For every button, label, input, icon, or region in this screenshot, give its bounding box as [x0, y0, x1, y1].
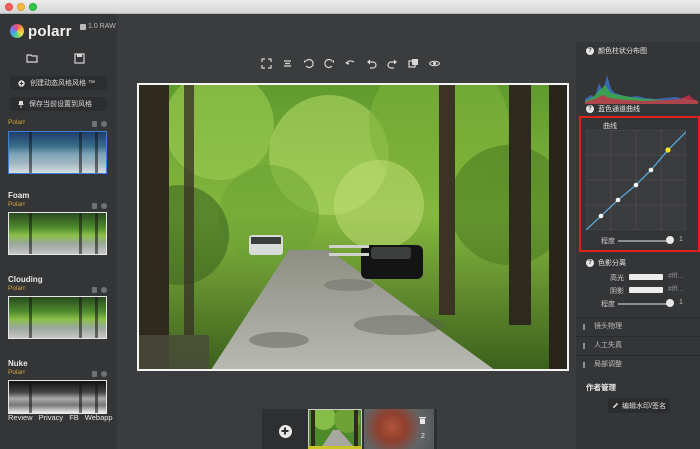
rotate-right-icon[interactable] [323, 57, 336, 70]
photo-count: 2 [421, 433, 425, 440]
curve-title: 蓝色通道曲线 [598, 106, 640, 113]
section-lens-physics[interactable]: 镜头物理 [576, 317, 700, 335]
split-strength-value: 1 [679, 299, 683, 306]
preset-name: Foam [8, 191, 30, 200]
forest-road-photo [139, 85, 567, 369]
plus-icon [278, 424, 292, 438]
help-icon[interactable]: ? [586, 47, 594, 55]
trash-icon[interactable] [419, 411, 426, 424]
split-strength-label: 程度 [601, 301, 615, 308]
split-strength-slider-knob[interactable] [666, 299, 674, 307]
save-setting-label: 保存当前设置到风格 [29, 101, 92, 108]
curve-point[interactable] [598, 213, 604, 219]
trash-icon[interactable] [92, 203, 97, 209]
review-link[interactable]: Review [8, 413, 33, 422]
privacy-link[interactable]: Privacy [39, 413, 64, 422]
check-icon[interactable] [101, 121, 107, 127]
help-icon[interactable]: ? [586, 105, 594, 113]
trash-icon[interactable] [92, 371, 97, 377]
preset-item-foam[interactable]: Foam Polarr [8, 191, 109, 255]
close-window-button[interactable] [5, 3, 13, 11]
main-photo-canvas[interactable] [137, 83, 569, 371]
add-photo-button[interactable] [268, 420, 302, 442]
save-setting-button[interactable]: 保存当前设置到风格 [10, 97, 107, 111]
version-badge: 1.0 RAW [80, 23, 116, 30]
webapp-link[interactable]: Webapp [85, 413, 113, 422]
create-style-button[interactable]: 创建动态风格风格 ™ [10, 76, 107, 90]
rotate-left-icon[interactable] [302, 57, 315, 70]
check-icon[interactable] [101, 371, 107, 377]
create-style-label: 创建动态风格风格 ™ [30, 80, 95, 87]
curve-point-active[interactable] [665, 147, 671, 153]
pencil-icon [613, 402, 619, 408]
histogram [585, 55, 698, 104]
version-label: 1.0 RAW [88, 23, 116, 30]
section-local-adjustment[interactable]: 局部调整 [576, 355, 700, 373]
preset-item-nuke[interactable]: Nuke Polarr [8, 359, 109, 414]
zoom-window-button[interactable] [29, 3, 37, 11]
blue-curve-editor[interactable] [586, 130, 686, 230]
preset-name: Nuke [8, 359, 28, 368]
preset-name: Clouding [8, 275, 43, 284]
shadow-color-swatch[interactable] [629, 287, 663, 293]
preset-item-current[interactable]: Polarr [8, 119, 109, 174]
fit-icon[interactable] [260, 57, 273, 70]
curve-point[interactable] [648, 167, 654, 173]
strength-label: 程度 [601, 238, 615, 245]
redo-icon[interactable] [386, 57, 399, 70]
undo-icon[interactable] [365, 57, 378, 70]
polarr-logo-icon [10, 24, 24, 38]
highlight-color-swatch[interactable] [629, 274, 663, 280]
image-toolbar [260, 56, 441, 70]
footer-links: Review Privacy FB Webapp [8, 413, 113, 422]
check-icon[interactable] [101, 287, 107, 293]
minimize-window-button[interactable] [17, 3, 25, 11]
strength-value: 1 [679, 236, 683, 243]
lock-icon [80, 23, 86, 30]
edit-watermark-button[interactable]: 编辑水印/签名 [608, 398, 670, 413]
trash-icon[interactable] [92, 121, 97, 127]
app-name: polarr [28, 22, 72, 40]
preset-thumbnail[interactable] [8, 212, 107, 255]
open-folder-icon[interactable] [25, 52, 39, 64]
author-title: 作者管理 [586, 383, 616, 392]
blue-curve-header[interactable]: ? 蓝色通道曲线 [586, 104, 640, 114]
shadow-label: 阴影 [610, 288, 624, 295]
window-titlebar [0, 0, 700, 14]
curve-point[interactable] [633, 182, 639, 188]
shadow-hex[interactable]: #fff... [668, 286, 683, 293]
strength-slider-knob[interactable] [666, 236, 674, 244]
save-icon[interactable] [72, 52, 86, 64]
preset-thumbnail[interactable] [8, 296, 107, 339]
film-thumbnail-forest[interactable] [308, 409, 362, 447]
app-logo: polarr [10, 21, 72, 41]
help-icon[interactable]: ? [586, 259, 594, 267]
highlight-hex[interactable]: #fff... [668, 273, 683, 280]
pin-icon [18, 100, 24, 108]
history-icon[interactable] [344, 57, 357, 70]
highlight-label: 高光 [610, 275, 624, 282]
edit-watermark-label: 编辑水印/签名 [622, 402, 666, 410]
compare-icon[interactable] [407, 57, 420, 70]
plus-circle-icon [18, 79, 25, 87]
preset-item-clouding[interactable]: Clouding Polarr [8, 275, 109, 339]
split-title: 色影分离 [598, 260, 626, 267]
split-toning-header[interactable]: ? 色影分离 [586, 258, 626, 268]
trash-icon[interactable] [92, 287, 97, 293]
curve-point[interactable] [615, 197, 621, 203]
fb-link[interactable]: FB [69, 413, 79, 422]
split-strength-slider-track[interactable] [618, 303, 670, 305]
preset-thumbnail[interactable] [8, 380, 107, 414]
check-icon[interactable] [101, 203, 107, 209]
crop-icon[interactable] [281, 57, 294, 70]
preset-thumbnail[interactable] [8, 131, 107, 174]
preview-eye-icon[interactable] [428, 57, 441, 70]
strength-slider-track[interactable] [618, 240, 670, 242]
section-artificial-distortion[interactable]: 人工失真 [576, 336, 700, 354]
